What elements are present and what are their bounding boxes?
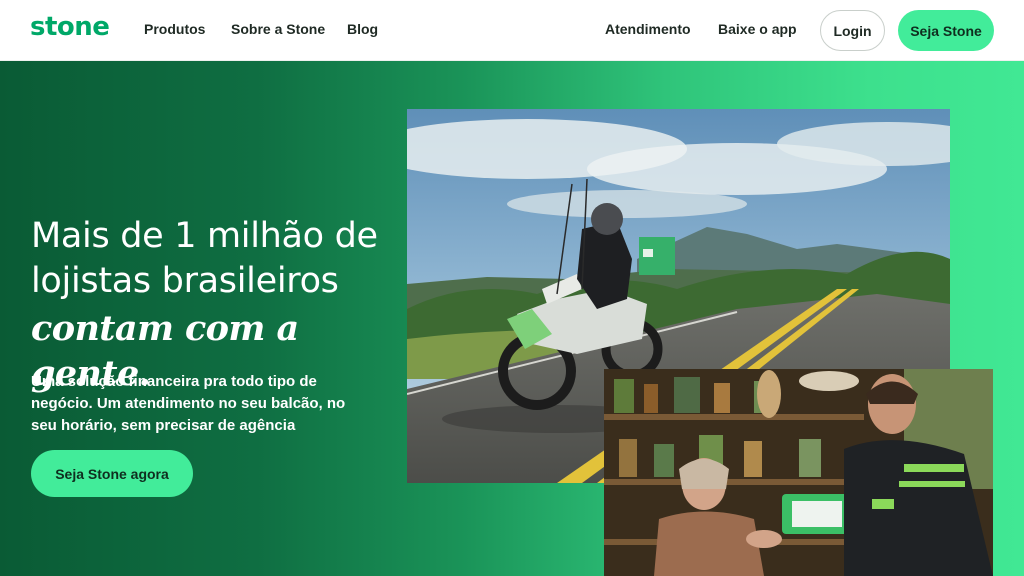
- hero-headline: Mais de 1 milhão de lojistas brasileiros…: [31, 214, 411, 396]
- nav-baixe-o-app[interactable]: Baixe o app: [718, 21, 797, 37]
- seja-stone-agora-button[interactable]: Seja Stone agora: [31, 450, 193, 497]
- headline-line-2: lojistas brasileiros: [31, 261, 339, 301]
- headline-line-1: Mais de 1 milhão de: [31, 216, 378, 256]
- shop-delivery-photo: [604, 369, 993, 576]
- hero-subtext: Uma solução financeira pra todo tipo de …: [31, 373, 346, 434]
- nav-blog[interactable]: Blog: [347, 21, 378, 37]
- nav-atendimento[interactable]: Atendimento: [605, 21, 691, 37]
- seja-stone-button[interactable]: Seja Stone: [898, 10, 994, 51]
- site-header: stone Produtos Sobre a Stone Blog Atendi…: [0, 0, 1024, 61]
- stone-logo[interactable]: stone: [30, 12, 110, 42]
- nav-sobre-a-stone[interactable]: Sobre a Stone: [231, 21, 325, 37]
- nav-produtos[interactable]: Produtos: [144, 21, 205, 37]
- login-button[interactable]: Login: [820, 10, 885, 51]
- hero-section: Mais de 1 milhão de lojistas brasileiros…: [0, 61, 1024, 576]
